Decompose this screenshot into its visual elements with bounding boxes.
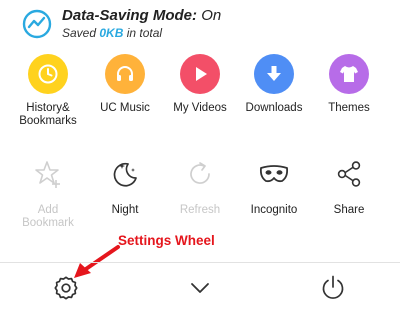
themes-button[interactable]: Themes <box>309 54 389 115</box>
history-circle <box>28 54 68 94</box>
share-label: Share <box>333 204 365 216</box>
incognito-label: Incognito <box>250 204 298 216</box>
bottom-bar-divider <box>0 262 400 263</box>
play-icon <box>196 67 207 81</box>
incognito-icon-wrap <box>254 154 294 194</box>
power-icon <box>322 275 344 299</box>
menu-row-secondary: Add Bookmark Night Refresh Incognito Sha… <box>0 154 400 234</box>
data-saving-title: Data-Saving Mode: <box>62 7 198 24</box>
uc-music-label: UC Music <box>100 102 150 114</box>
uc-music-button[interactable]: UC Music <box>85 54 165 115</box>
headphones-icon <box>117 66 133 81</box>
star-plus-icon <box>35 161 60 188</box>
data-saving-icon <box>22 9 52 39</box>
shirt-icon <box>340 66 358 82</box>
gear-icon <box>54 276 78 300</box>
clock-icon <box>38 64 58 84</box>
music-circle <box>105 54 145 94</box>
themes-circle <box>329 54 369 94</box>
data-saved-summary: Saved 0KB in total <box>62 26 162 40</box>
add-bookmark-icon-wrap <box>28 154 68 194</box>
moon-icon <box>113 162 137 187</box>
share-icon-wrap <box>329 154 369 194</box>
collapse-menu-button[interactable] <box>182 270 218 306</box>
themes-label: Themes <box>328 102 370 114</box>
incognito-button[interactable]: Incognito <box>234 154 314 217</box>
menu-row-primary: History& Bookmarks UC Music My Videos Do… <box>0 54 400 134</box>
settings-wheel-annotation: Settings Wheel <box>118 233 215 248</box>
night-mode-button[interactable]: Night <box>85 154 165 217</box>
videos-circle <box>180 54 220 94</box>
add-bookmark-button[interactable]: Add Bookmark <box>8 154 88 230</box>
data-saving-status: Data-Saving Mode: On <box>62 7 221 24</box>
refresh-icon-wrap <box>180 154 220 194</box>
downloads-label: Downloads <box>245 102 303 114</box>
add-bookmark-label: Add Bookmark <box>22 204 74 229</box>
downloads-button[interactable]: Downloads <box>234 54 314 115</box>
my-videos-button[interactable]: My Videos <box>160 54 240 115</box>
data-saving-banner[interactable]: Data-Saving Mode: On Saved 0KB in total <box>22 7 382 43</box>
menu-panel: Data-Saving Mode: On Saved 0KB in total … <box>0 0 400 313</box>
share-button[interactable]: Share <box>309 154 389 217</box>
saved-amount: 0KB <box>99 26 124 40</box>
downloads-circle <box>254 54 294 94</box>
refresh-label: Refresh <box>179 204 221 216</box>
chevron-down-icon <box>191 283 209 293</box>
refresh-icon <box>190 162 210 184</box>
my-videos-label: My Videos <box>173 102 227 114</box>
refresh-button[interactable]: Refresh <box>160 154 240 217</box>
exit-button[interactable] <box>315 270 351 306</box>
download-icon <box>267 66 281 81</box>
night-icon-wrap <box>105 154 145 194</box>
share-icon <box>337 161 361 187</box>
saved-suffix: in total <box>126 26 163 40</box>
saved-prefix: Saved <box>62 26 97 40</box>
data-saving-state: On <box>201 7 222 24</box>
settings-button[interactable] <box>48 270 84 306</box>
mask-icon <box>259 165 289 183</box>
night-label: Night <box>111 204 139 216</box>
history-bookmarks-button[interactable]: History& Bookmarks <box>8 54 88 128</box>
history-bookmarks-label: History& Bookmarks <box>19 102 77 127</box>
